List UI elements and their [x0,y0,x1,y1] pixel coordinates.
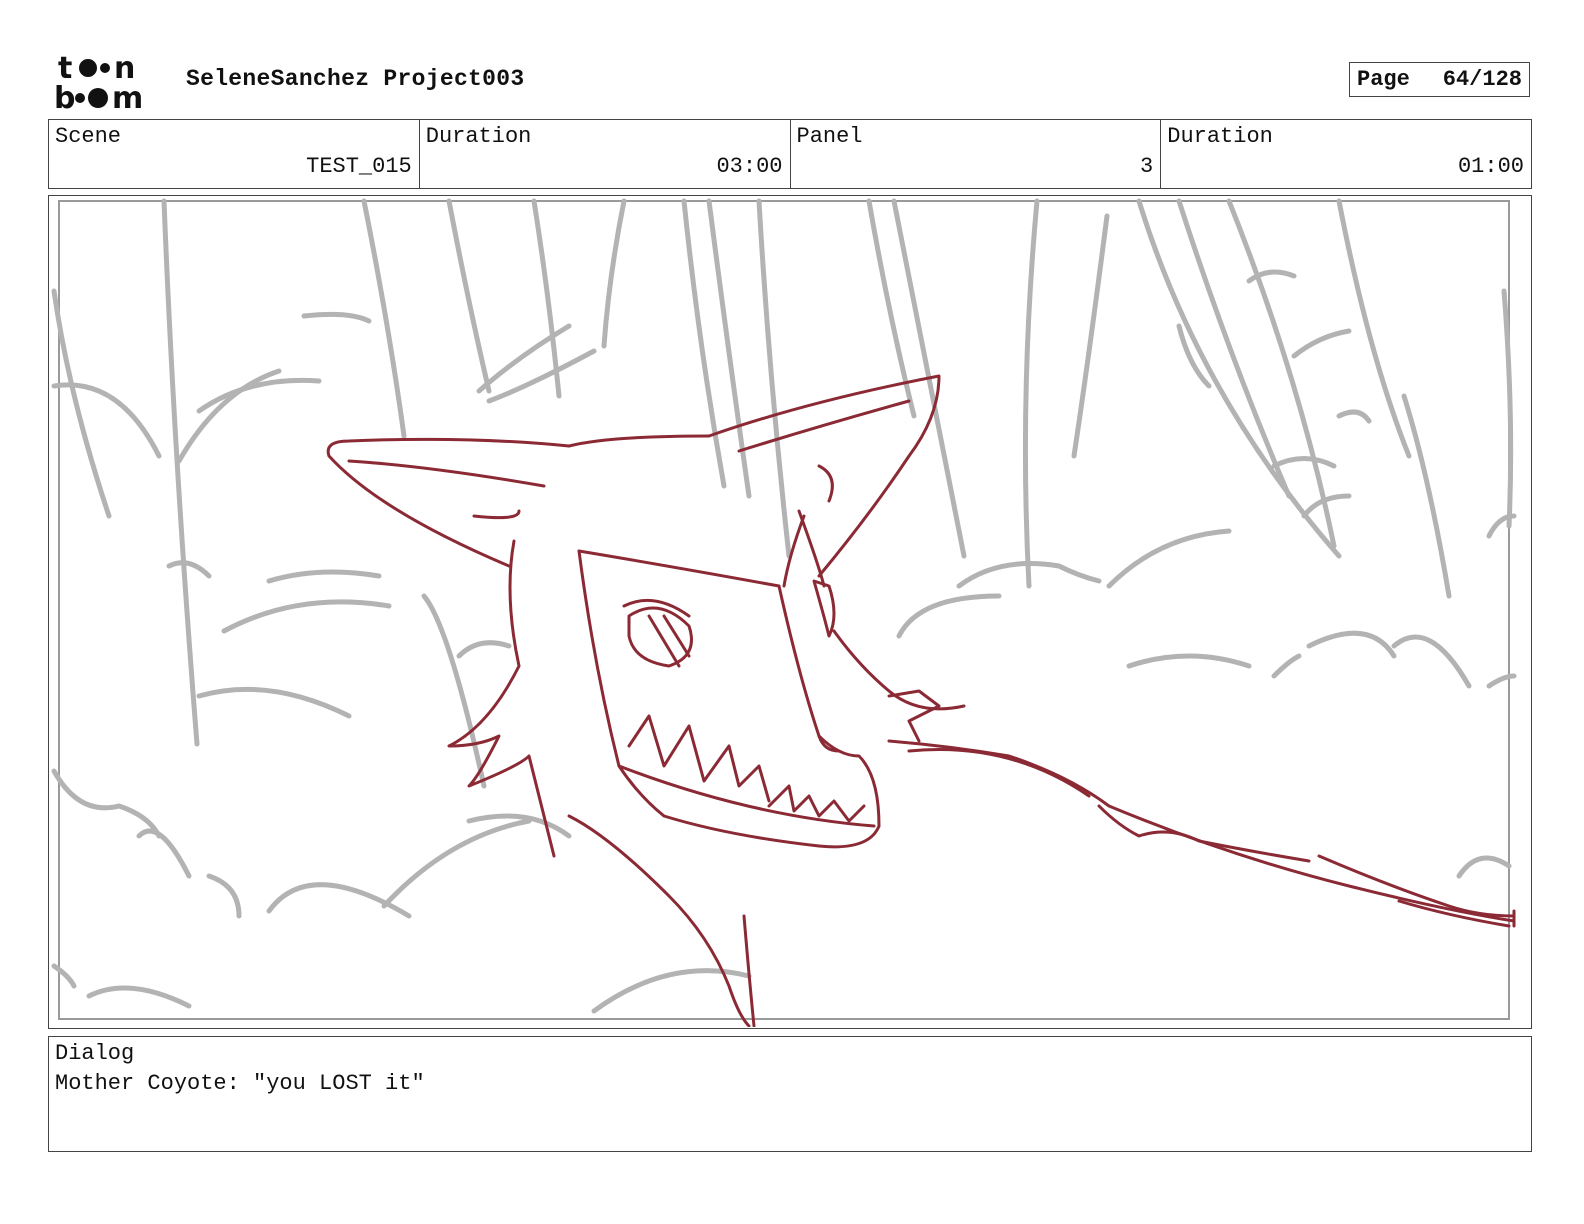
scene-duration-label: Duration [425,124,532,149]
coyote-character-sketch [326,374,1516,1027]
dialog-text: Mother Coyote: "you LOST it" [55,1071,425,1096]
page-indicator: Page 64/128 [1349,62,1530,97]
scene-duration-value: 03:00 [716,154,783,179]
toonboom-logo: t n b m [54,51,143,114]
panel-duration-cell: Duration 01:00 [1161,120,1531,188]
panel-frame [48,195,1532,1029]
page-number: 64/128 [1442,67,1522,92]
panel-duration-label: Duration [1167,124,1273,149]
page-label: Page [1357,67,1410,92]
panel-label: Panel [796,124,863,149]
scene-label: Scene [55,124,122,149]
scene-duration-cell: Duration 03:00 [420,120,791,188]
project-title: SeleneSanchez Project003 [186,66,525,92]
info-row: Scene TEST_015 Duration 03:00 Panel 3 Du… [48,119,1532,189]
dialog-label: Dialog [55,1041,135,1066]
panel-sketch [51,198,1517,1027]
svg-text:b: b [54,81,75,114]
svg-text:m: m [112,81,143,114]
dialog-box: Dialog Mother Coyote: "you LOST it" [48,1036,1532,1152]
panel-cell: Panel 3 [791,120,1162,188]
scene-value: TEST_015 [306,154,412,179]
scene-cell: Scene TEST_015 [49,120,420,188]
panel-value: 3 [1140,154,1154,179]
panel-duration-value: 01:00 [1457,154,1524,179]
